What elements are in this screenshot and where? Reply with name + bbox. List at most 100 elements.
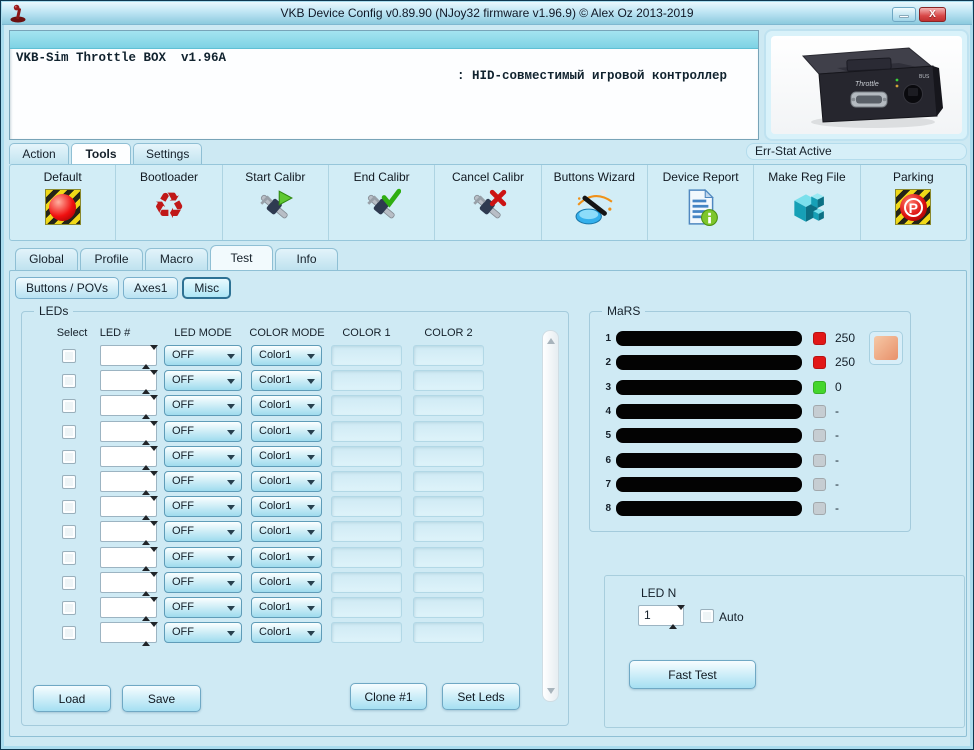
device-list[interactable]: VKB-Sim Throttle BOX v1.96A : HID-совмес…: [9, 30, 759, 140]
color-mode-dropdown[interactable]: Color1: [251, 597, 322, 618]
color2-field[interactable]: [413, 370, 484, 391]
led-number-spinner[interactable]: [100, 345, 157, 366]
led-number-spinner[interactable]: [100, 547, 157, 568]
toolbar-button-cancel-calibr[interactable]: Cancel Calibr: [435, 165, 541, 240]
menu-tab-action[interactable]: Action: [9, 143, 69, 164]
color-mode-dropdown[interactable]: Color1: [251, 572, 322, 593]
scroll-up-icon[interactable]: [547, 338, 555, 344]
auto-checkbox[interactable]: [700, 609, 714, 623]
color-mode-dropdown[interactable]: Color1: [251, 421, 322, 442]
color-mode-dropdown[interactable]: Color1: [251, 547, 322, 568]
toolbar-button-default[interactable]: Default: [10, 165, 116, 240]
color2-field[interactable]: [413, 446, 484, 467]
color1-field[interactable]: [331, 496, 402, 517]
close-button[interactable]: X: [919, 7, 946, 22]
sub-tab-misc[interactable]: Misc: [182, 277, 231, 299]
color1-field[interactable]: [331, 446, 402, 467]
led-mode-dropdown[interactable]: OFF: [164, 597, 242, 618]
select-checkbox[interactable]: [62, 374, 76, 388]
led-mode-dropdown[interactable]: OFF: [164, 471, 242, 492]
tab-global[interactable]: Global: [15, 248, 78, 270]
select-checkbox[interactable]: [62, 626, 76, 640]
color2-field[interactable]: [413, 471, 484, 492]
toolbar-button-make-reg-file[interactable]: Make Reg File: [754, 165, 860, 240]
select-checkbox[interactable]: [62, 349, 76, 363]
menu-tab-tools[interactable]: Tools: [71, 143, 131, 164]
led-mode-dropdown[interactable]: OFF: [164, 622, 242, 643]
color1-field[interactable]: [331, 547, 402, 568]
led-number-spinner[interactable]: [100, 622, 157, 643]
color-mode-dropdown[interactable]: Color1: [251, 622, 322, 643]
select-checkbox[interactable]: [62, 551, 76, 565]
sub-tab-buttons-povs[interactable]: Buttons / POVs: [15, 277, 119, 299]
mars-test-button[interactable]: [869, 331, 903, 365]
led-mode-dropdown[interactable]: OFF: [164, 421, 242, 442]
color1-field[interactable]: [331, 572, 402, 593]
led-number-spinner[interactable]: [100, 421, 157, 442]
color-mode-dropdown[interactable]: Color1: [251, 471, 322, 492]
led-mode-dropdown[interactable]: OFF: [164, 395, 242, 416]
color1-field[interactable]: [331, 597, 402, 618]
device-row-selected[interactable]: VKB-Sim Throttle BOX v1.96A : HID-совмес…: [10, 31, 758, 49]
select-checkbox[interactable]: [62, 399, 76, 413]
tab-test[interactable]: Test: [210, 245, 273, 270]
fast-test-button[interactable]: Fast Test: [629, 660, 756, 689]
select-checkbox[interactable]: [62, 601, 76, 615]
led-mode-dropdown[interactable]: OFF: [164, 547, 242, 568]
color1-field[interactable]: [331, 622, 402, 643]
color1-field[interactable]: [331, 421, 402, 442]
color2-field[interactable]: [413, 572, 484, 593]
color2-field[interactable]: [413, 496, 484, 517]
color2-field[interactable]: [413, 345, 484, 366]
toolbar-button-device-report[interactable]: Device Report: [648, 165, 754, 240]
select-checkbox[interactable]: [62, 425, 76, 439]
led-number-spinner[interactable]: [100, 521, 157, 542]
minimize-button[interactable]: [892, 7, 916, 22]
color-mode-dropdown[interactable]: Color1: [251, 370, 322, 391]
toolbar-button-end-calibr[interactable]: End Calibr: [329, 165, 435, 240]
color-mode-dropdown[interactable]: Color1: [251, 496, 322, 517]
led-number-spinner[interactable]: [100, 597, 157, 618]
color1-field[interactable]: [331, 395, 402, 416]
select-checkbox[interactable]: [62, 450, 76, 464]
led-n-spinner[interactable]: 1: [638, 605, 684, 626]
menu-tab-settings[interactable]: Settings: [133, 143, 202, 164]
clone-1-button[interactable]: Clone #1: [350, 683, 427, 710]
select-checkbox[interactable]: [62, 475, 76, 489]
led-mode-dropdown[interactable]: OFF: [164, 370, 242, 391]
led-number-spinner[interactable]: [100, 446, 157, 467]
save-button[interactable]: Save: [122, 685, 201, 712]
color2-field[interactable]: [413, 421, 484, 442]
color2-field[interactable]: [413, 547, 484, 568]
led-mode-dropdown[interactable]: OFF: [164, 521, 242, 542]
color2-field[interactable]: [413, 622, 484, 643]
led-number-spinner[interactable]: [100, 496, 157, 517]
led-mode-dropdown[interactable]: OFF: [164, 496, 242, 517]
color1-field[interactable]: [331, 521, 402, 542]
led-table-scrollbar[interactable]: [542, 330, 559, 702]
color-mode-dropdown[interactable]: Color1: [251, 521, 322, 542]
select-checkbox[interactable]: [62, 500, 76, 514]
sub-tab-axes1[interactable]: Axes1: [123, 277, 178, 299]
tab-macro[interactable]: Macro: [145, 248, 208, 270]
led-mode-dropdown[interactable]: OFF: [164, 446, 242, 467]
toolbar-button-start-calibr[interactable]: Start Calibr: [223, 165, 329, 240]
led-number-spinner[interactable]: [100, 395, 157, 416]
color2-field[interactable]: [413, 521, 484, 542]
color1-field[interactable]: [331, 345, 402, 366]
tab-info[interactable]: Info: [275, 248, 338, 270]
led-mode-dropdown[interactable]: OFF: [164, 345, 242, 366]
toolbar-button-parking[interactable]: Parking P: [861, 165, 966, 240]
color-mode-dropdown[interactable]: Color1: [251, 395, 322, 416]
led-number-spinner[interactable]: [100, 572, 157, 593]
color2-field[interactable]: [413, 395, 484, 416]
select-checkbox[interactable]: [62, 576, 76, 590]
toolbar-button-buttons-wizard[interactable]: Buttons Wizard: [542, 165, 648, 240]
toolbar-button-bootloader[interactable]: Bootloader ♻: [116, 165, 222, 240]
color1-field[interactable]: [331, 370, 402, 391]
led-mode-dropdown[interactable]: OFF: [164, 572, 242, 593]
color-mode-dropdown[interactable]: Color1: [251, 345, 322, 366]
led-number-spinner[interactable]: [100, 370, 157, 391]
led-number-spinner[interactable]: [100, 471, 157, 492]
color1-field[interactable]: [331, 471, 402, 492]
